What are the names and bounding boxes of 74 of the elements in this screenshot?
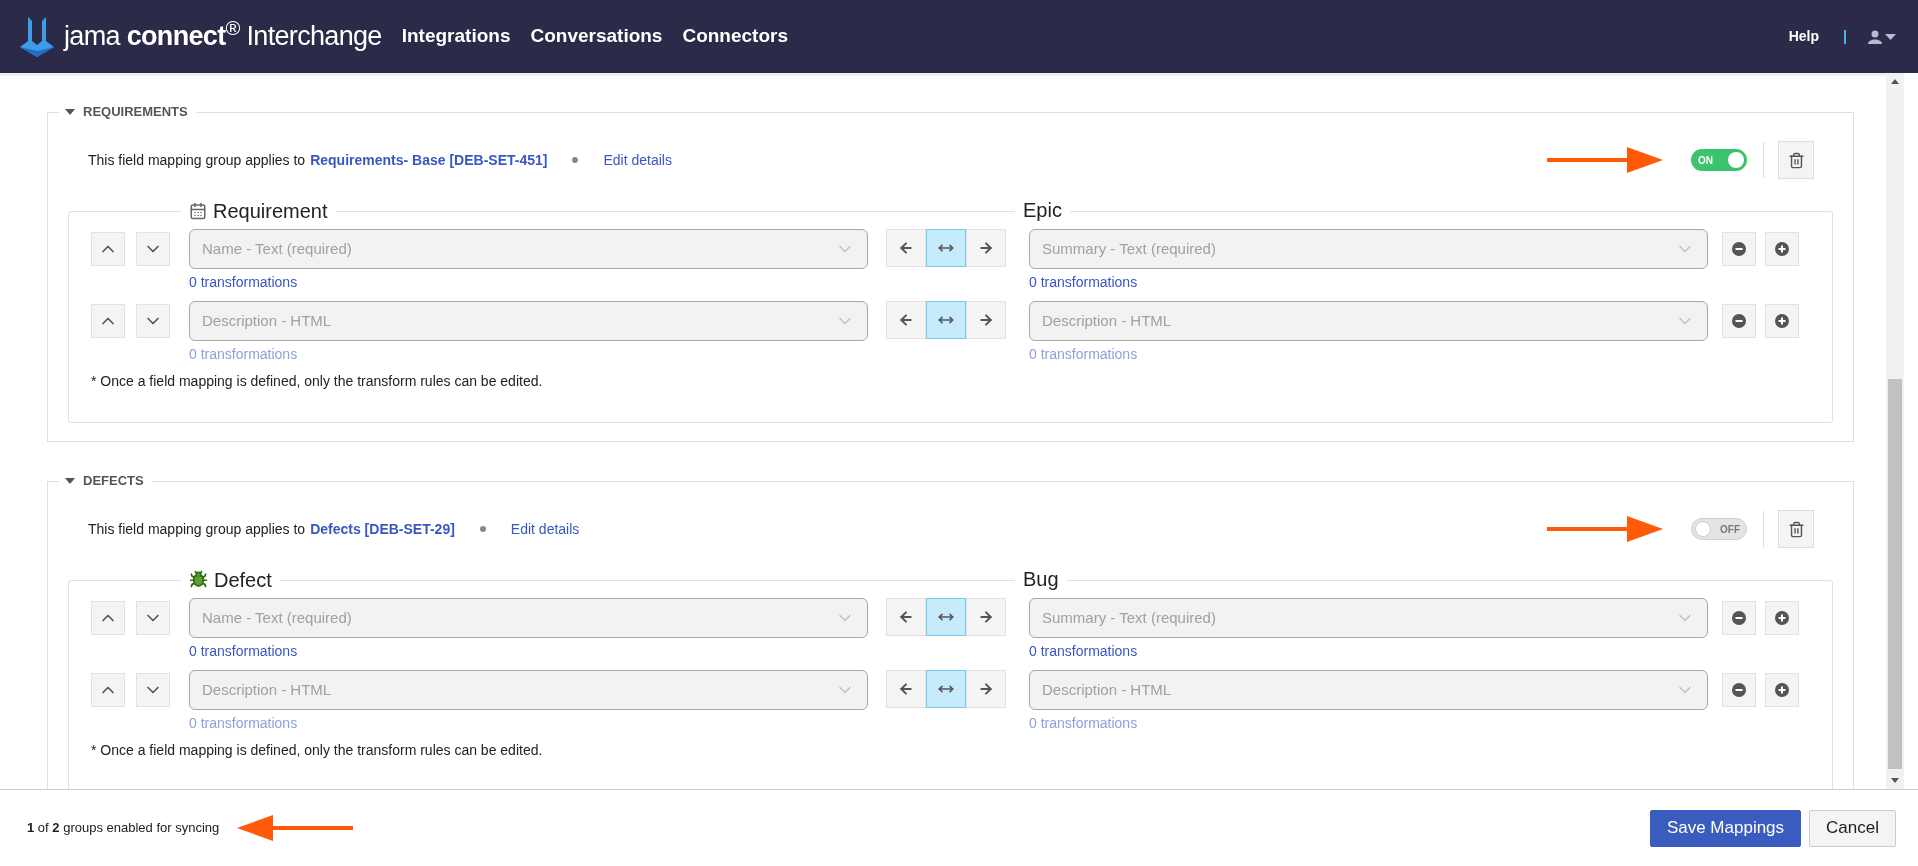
user-menu-button[interactable] [1868, 29, 1896, 44]
direction-button[interactable] [966, 670, 1006, 708]
transformations-link[interactable]: 0 transformations [1029, 641, 1708, 662]
plus-icon [1775, 314, 1789, 328]
minus-icon [1732, 314, 1746, 328]
source-type-title: Defect [214, 567, 272, 593]
caret-down-icon [1885, 33, 1896, 40]
transformations-link[interactable]: 0 transformations [1029, 272, 1708, 293]
direction-button[interactable] [926, 670, 966, 708]
bug-icon [189, 570, 208, 589]
bullet-icon [479, 526, 486, 532]
minus-icon [1732, 242, 1746, 256]
trash-icon [1787, 520, 1805, 538]
calendar-icon [189, 201, 207, 220]
direction-button[interactable] [926, 229, 966, 267]
arrow-right-icon [978, 609, 994, 625]
applies-to-text: This field mapping group applies to [88, 519, 306, 539]
plus-icon [1775, 242, 1789, 256]
user-icon [1868, 29, 1882, 44]
nav-link[interactable]: Connectors [682, 22, 788, 51]
scrollbar[interactable] [1886, 73, 1904, 789]
delete-button[interactable] [1778, 141, 1814, 179]
direction-button[interactable] [966, 301, 1006, 339]
add-button[interactable] [1765, 601, 1799, 635]
group-title: REQUIREMENTS [83, 103, 188, 121]
edit-details-link[interactable]: Edit details [603, 149, 672, 171]
product-logo-text: jama connect$^{®}$ Interchange [64, 16, 382, 54]
direction-button[interactable] [886, 670, 926, 708]
arrow-right-icon [978, 681, 994, 697]
direction-button[interactable] [886, 301, 926, 339]
direction-button[interactable] [886, 229, 926, 267]
direction-button[interactable] [966, 598, 1006, 636]
remove-button[interactable] [1722, 601, 1756, 635]
group-target-link[interactable]: Defects [DEB-SET-29] [310, 518, 455, 540]
mapping-note: * Once a field mapping is defined, only the transform rules can be edited. [91, 372, 544, 391]
transformations-link[interactable]: 0 transformations [189, 272, 868, 293]
nav-link[interactable]: Integrations [401, 22, 511, 51]
caret-down-icon[interactable] [65, 476, 75, 486]
bullet-icon [572, 157, 579, 163]
add-button[interactable] [1765, 232, 1799, 266]
remove-button[interactable] [1722, 232, 1756, 266]
cancel-button[interactable]: Cancel [1809, 809, 1896, 847]
direction-button[interactable] [926, 301, 966, 339]
add-button[interactable] [1765, 673, 1799, 707]
scroll-down-icon[interactable] [1891, 778, 1899, 783]
applies-to-text: This field mapping group applies to [88, 150, 306, 170]
enable-toggle[interactable]: OFF [1691, 518, 1747, 540]
nav-link[interactable]: Conversations [530, 22, 663, 51]
scroll-up-icon[interactable] [1891, 79, 1899, 84]
transformations-link[interactable]: 0 transformations [189, 641, 868, 662]
minus-icon [1732, 683, 1746, 697]
edit-details-link[interactable]: Edit details [510, 518, 580, 540]
remove-button[interactable] [1722, 304, 1756, 338]
direction-button[interactable] [886, 598, 926, 636]
help-link[interactable]: Help [1788, 26, 1819, 47]
mapping-note: * Once a field mapping is defined, only the transform rules can be edited. [91, 741, 544, 760]
direction-button[interactable] [926, 598, 966, 636]
sync-status-text: 1 of 2 groups enabled for syncing [27, 819, 220, 838]
save-button[interactable]: Save Mappings [1649, 809, 1802, 847]
target-type-title: Bug [1023, 568, 1059, 590]
group-title: DEFECTS [83, 472, 144, 490]
source-type-title: Requirement [213, 198, 328, 224]
trash-icon [1787, 151, 1805, 169]
caret-down-icon[interactable] [65, 107, 75, 117]
add-button[interactable] [1765, 304, 1799, 338]
plus-icon [1775, 611, 1789, 625]
minus-icon [1732, 611, 1746, 625]
plus-icon [1775, 683, 1789, 697]
delete-button[interactable] [1778, 510, 1814, 548]
logo-icon [18, 14, 56, 59]
target-type-title: Epic [1023, 199, 1062, 221]
remove-button[interactable] [1722, 673, 1756, 707]
direction-button[interactable] [966, 229, 1006, 267]
group-target-link[interactable]: Requirements- Base [DEB-SET-451] [310, 149, 548, 171]
